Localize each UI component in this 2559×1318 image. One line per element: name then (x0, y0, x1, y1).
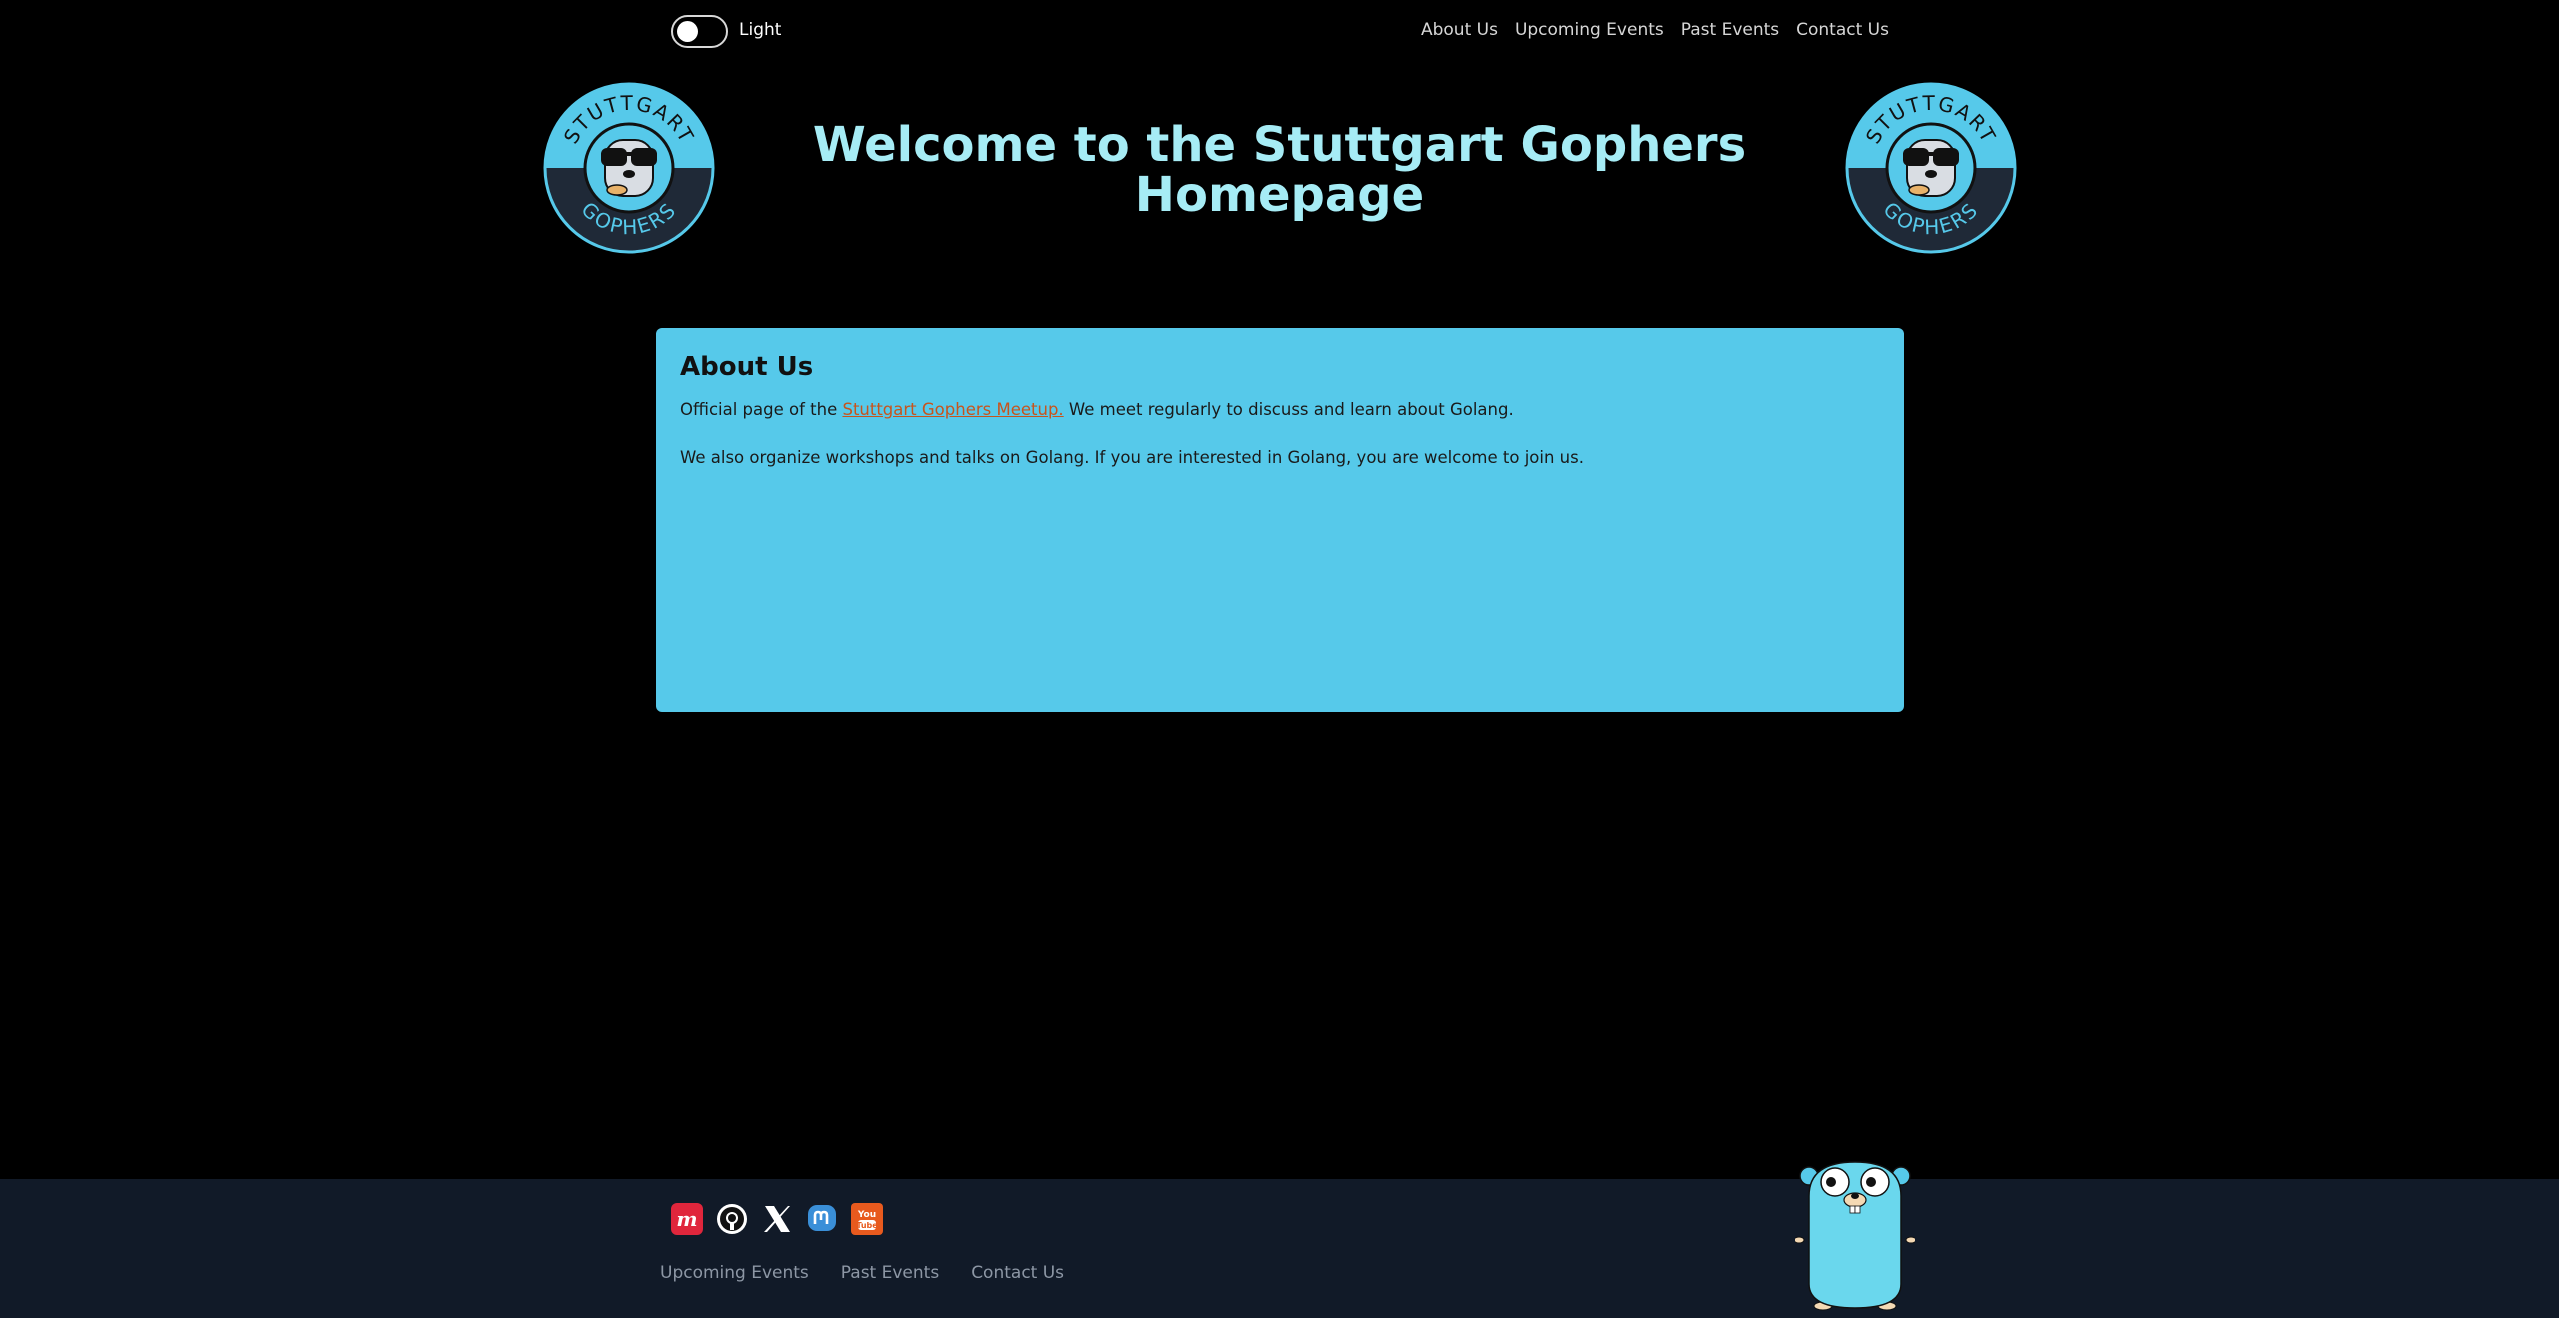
page-title: Welcome to the Stuttgart Gophers Homepag… (812, 117, 1747, 223)
meetup-icon[interactable]: m (671, 1203, 703, 1235)
footer-link-upcoming-events[interactable]: Upcoming Events (660, 1263, 809, 1283)
footer: m You Tube Upcoming Events Past Events Co… (0, 1179, 2559, 1318)
svg-text:You: You (857, 1210, 876, 1220)
paragraph-text: We meet regularly to discuss and learn a… (1063, 400, 1514, 419)
main-nav: About Us Upcoming Events Past Events Con… (1421, 20, 1889, 40)
nav-upcoming-events[interactable]: Upcoming Events (1515, 20, 1664, 40)
x-icon[interactable] (761, 1203, 793, 1235)
svg-text:Tube: Tube (856, 1221, 878, 1230)
meetup-link[interactable]: Stuttgart Gophers Meetup. (842, 400, 1063, 419)
nav-about-us[interactable]: About Us (1421, 20, 1498, 40)
toggle-knob (677, 21, 698, 42)
footer-link-contact-us[interactable]: Contact Us (971, 1263, 1064, 1283)
social-links: m You Tube (671, 1203, 883, 1235)
about-us-paragraph-2: We also organize workshops and talks on … (680, 448, 1584, 467)
about-us-paragraph-1: Official page of the Stuttgart Gophers M… (680, 398, 1880, 422)
mastodon-icon[interactable] (806, 1203, 838, 1235)
top-bar: Light About Us Upcoming Events Past Even… (0, 0, 2559, 64)
footer-link-past-events[interactable]: Past Events (841, 1263, 939, 1283)
github-icon[interactable] (716, 1203, 748, 1235)
about-us-heading: About Us (680, 352, 814, 382)
nav-past-events[interactable]: Past Events (1681, 20, 1779, 40)
footer-links: Upcoming Events Past Events Contact Us (660, 1263, 1064, 1283)
stuttgart-gophers-logo-right: STUTTGART GOPHERS (1845, 82, 2017, 254)
nav-contact-us[interactable]: Contact Us (1796, 20, 1889, 40)
about-us-card: About Us Official page of the Stuttgart … (656, 328, 1904, 712)
stuttgart-gophers-logo-left: STUTTGART GOPHERS (543, 82, 715, 254)
theme-toggle[interactable] (671, 15, 728, 48)
svg-text:m: m (676, 1207, 697, 1231)
youtube-icon[interactable]: You Tube (851, 1203, 883, 1235)
theme-toggle-label: Light (739, 20, 782, 40)
paragraph-text: Official page of the (680, 400, 843, 419)
gopher-mascot-icon (1795, 1161, 1915, 1311)
